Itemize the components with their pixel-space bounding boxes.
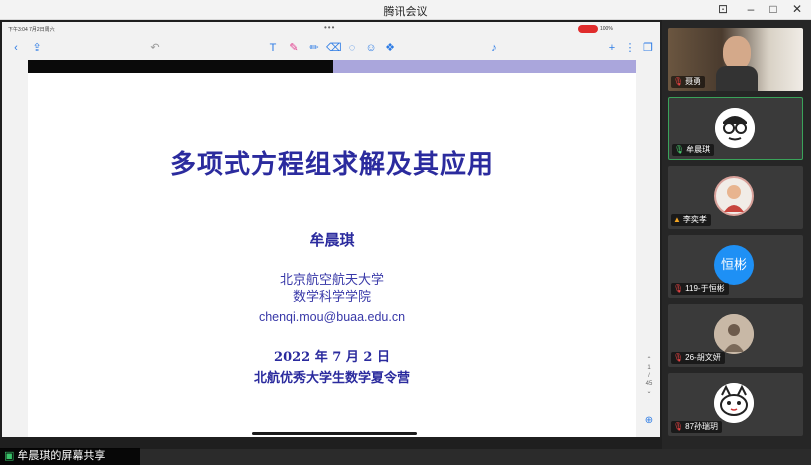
minimize-icon[interactable]: –: [741, 2, 761, 16]
participant-name: 聂勇: [685, 77, 702, 86]
share-icon[interactable]: ⇪: [30, 41, 44, 55]
status-time: 下午3:04 7月2日周六: [8, 27, 55, 33]
page-indicator[interactable]: ⌃ 1 / 45 ⌄: [642, 356, 656, 396]
slide-event: 北航优秀大学生数学夏令营: [253, 371, 410, 386]
participant-sidebar: 🎙 聂勇 🎙 牟晨琪 ▲ 李奕孝 恒彬 🎙 119-于恒彬 🎙 26-胡文妍 🎙…: [662, 20, 811, 449]
participant-tile[interactable]: 🎙 87孙瑞玥: [668, 373, 803, 436]
cat-avatar-icon: [714, 383, 754, 423]
pin-icon[interactable]: ⊡: [713, 2, 733, 16]
participant-label: 🎙 87孙瑞玥: [671, 421, 723, 433]
avatar-initials: 恒彬: [714, 245, 754, 285]
participant-tile[interactable]: ▲ 李奕孝: [668, 166, 803, 229]
participant-label: 🎙 牟晨琪: [672, 144, 715, 156]
cartoon-avatar-icon: [715, 108, 755, 148]
pencil-icon[interactable]: ✏: [307, 41, 321, 55]
add-icon[interactable]: +: [605, 41, 619, 55]
lasso-icon[interactable]: ◌: [345, 41, 359, 55]
pages-icon[interactable]: ❐: [641, 41, 655, 55]
zoom-icon[interactable]: ⊕: [643, 415, 655, 427]
mic-muted-icon: 🎙: [673, 77, 684, 86]
participant-tile-active-speaker[interactable]: 🎙 牟晨琪: [668, 97, 803, 160]
participant-face: [723, 36, 751, 70]
text-tool-icon[interactable]: T: [266, 41, 280, 55]
microphone-icon[interactable]: ♪: [487, 41, 501, 55]
recording-indicator: [578, 25, 598, 33]
annotation-toolbar: ‹ ⇪ ↶ T ✎ ✏ ⌫ ◌ ☺ ❖ ♪ + ⋮ ❐: [2, 40, 660, 58]
slide-affiliation-school: 数学科学学院: [292, 290, 371, 305]
slide-header-bar-light: [333, 60, 636, 73]
mic-muted-icon: 🎙: [673, 353, 684, 362]
participant-tile[interactable]: 🎙 聂勇: [668, 28, 803, 91]
more-vertical-icon[interactable]: ⋮: [623, 41, 637, 55]
shape-icon[interactable]: ☺: [364, 41, 378, 55]
participant-tile[interactable]: 🎙 26-胡文妍: [668, 304, 803, 367]
presentation-slide: 多项式方程组求解及其应用 牟晨琪 北京航空航天大学 数学科学学院 chenqi.…: [28, 60, 636, 437]
avatar: [715, 108, 755, 148]
pager-up-icon[interactable]: ⌃: [642, 356, 656, 364]
close-icon[interactable]: ✕: [787, 2, 807, 16]
mic-muted-icon: 🎙: [673, 422, 684, 431]
home-indicator: [252, 432, 417, 435]
back-icon[interactable]: ‹: [9, 41, 23, 55]
sticker-icon[interactable]: ❖: [383, 41, 397, 55]
maximize-icon[interactable]: □: [763, 2, 783, 16]
page-current: 1: [647, 365, 651, 371]
window-titlebar: 腾讯会议 ⊡ – □ ✕: [0, 0, 811, 20]
page-total: 45: [645, 381, 653, 387]
slide-header-bar-dark: [28, 60, 333, 73]
screen-share-banner: ▣ 牟晨琪的屏幕共享: [0, 448, 140, 465]
pen-icon[interactable]: ✎: [287, 41, 301, 55]
avatar: [714, 383, 754, 423]
participant-label: 🎙 聂勇: [671, 76, 706, 88]
slide-date: 2022 年 7 月 2 日: [274, 350, 390, 365]
participant-name: 26-胡文妍: [685, 353, 721, 362]
avatar: [714, 176, 754, 216]
screen-share-label: 牟晨琪的屏幕共享: [17, 450, 106, 462]
undo-icon[interactable]: ↶: [148, 41, 162, 55]
tablet-status-bar: 下午3:04 7月2日周六 ••• 100%: [2, 22, 660, 36]
mic-muted-icon: 🎙: [673, 284, 684, 293]
screen-share-icon: ▣: [4, 450, 15, 462]
avatar: [714, 314, 754, 354]
participant-shirt: [716, 66, 758, 91]
slide-email: chenqi.mou@buaa.edu.cn: [258, 310, 406, 324]
battery-level: 100%: [600, 26, 613, 32]
slide-title: 多项式方程组求解及其应用: [169, 150, 494, 180]
participant-label: 🎙 119-于恒彬: [671, 283, 729, 295]
participant-name: 李奕孝: [682, 215, 707, 224]
mic-on-icon: 🎙: [674, 145, 685, 154]
participant-name: 87孙瑞玥: [685, 422, 719, 431]
pager-down-icon[interactable]: ⌄: [642, 388, 656, 396]
page-separator: /: [648, 373, 650, 379]
eraser-icon[interactable]: ⌫: [326, 41, 342, 55]
participant-label: ▲ 李奕孝: [671, 214, 711, 226]
slide-author: 牟晨琪: [309, 231, 355, 249]
participant-tile[interactable]: 恒彬 🎙 119-于恒彬: [668, 235, 803, 298]
window-title: 腾讯会议: [383, 6, 428, 18]
shared-screen: 下午3:04 7月2日周六 ••• 100% ‹ ⇪ ↶ T ✎ ✏ ⌫ ◌ ☺…: [0, 20, 662, 465]
more-dots-icon[interactable]: •••: [324, 23, 335, 32]
host-badge-icon: ▲: [673, 215, 681, 224]
participant-name: 牟晨琪: [686, 145, 711, 154]
person-avatar-icon: [724, 185, 744, 212]
participant-label: 🎙 26-胡文妍: [671, 352, 725, 364]
photo-avatar-icon: [714, 314, 754, 354]
tablet-screen: 下午3:04 7月2日周六 ••• 100% ‹ ⇪ ↶ T ✎ ✏ ⌫ ◌ ☺…: [2, 22, 660, 437]
participant-name: 119-于恒彬: [685, 284, 725, 293]
